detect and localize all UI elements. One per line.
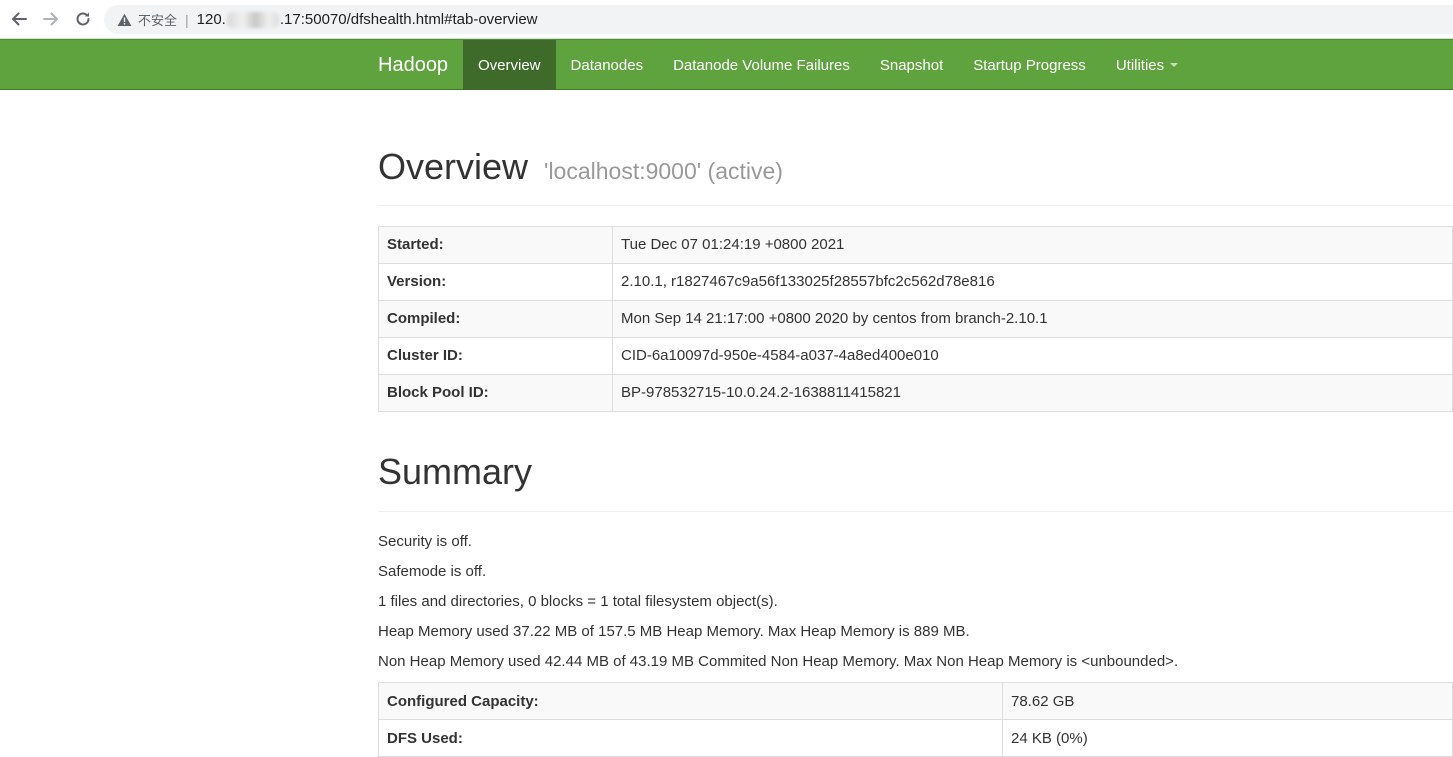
warning-icon (116, 12, 132, 28)
row-value: BP-978532715-10.0.24.2-1638811415821 (612, 373, 1453, 412)
summary-line: Security is off. (378, 533, 472, 551)
address-separator: | (185, 11, 189, 28)
overview-title: Overview 'localhost:9000' (active) (378, 147, 1453, 187)
overview-header: Overview 'localhost:9000' (active) (378, 147, 1453, 206)
table-row: Block Pool ID: BP-978532715-10.0.24.2-16… (378, 373, 1453, 412)
redacted-ip-segment (226, 11, 279, 28)
row-key: DFS Used: (378, 719, 1003, 757)
reload-button[interactable] (72, 8, 94, 30)
arrow-left-icon (12, 12, 27, 26)
capacity-table: Configured Capacity: 78.62 GB DFS Used: … (378, 682, 1453, 757)
nav-tabs: Overview Datanodes Datanode Volume Failu… (463, 40, 1193, 90)
row-key: Started: (378, 225, 613, 264)
summary-header: Summary (378, 450, 1453, 513)
forward-button[interactable] (40, 8, 62, 30)
overview-title-text: Overview (378, 146, 529, 187)
summary-lines: Security is off. Safemode is off. 1 file… (378, 532, 1453, 682)
back-button[interactable] (8, 8, 30, 30)
row-key: Compiled: (378, 299, 613, 338)
tab-overview[interactable]: Overview (463, 40, 556, 90)
arrow-right-icon (43, 12, 58, 26)
row-value: 24 KB (0%) (1002, 719, 1453, 757)
hadoop-navbar: Hadoop Overview Datanodes Datanode Volum… (0, 39, 1453, 90)
tab-startup-progress[interactable]: Startup Progress (958, 40, 1101, 90)
tab-datanode-volume-failures[interactable]: Datanode Volume Failures (658, 40, 865, 90)
row-value: 2.10.1, r1827467c9a56f133025f28557bfc2c5… (612, 262, 1453, 301)
summary-line: 1 files and directories, 0 blocks = 1 to… (378, 593, 778, 611)
table-row: Configured Capacity: 78.62 GB (378, 682, 1453, 721)
summary-line: Safemode is off. (378, 563, 487, 581)
url-host-start: 120. (196, 11, 226, 28)
caret-down-icon (1170, 63, 1179, 67)
overview-table: Started: Tue Dec 07 01:24:19 +0800 2021 … (378, 225, 1453, 412)
main-content: Overview 'localhost:9000' (active) Start… (378, 90, 1453, 757)
utilities-dropdown[interactable]: Utilities (1101, 40, 1193, 90)
row-key: Cluster ID: (378, 336, 613, 375)
row-key: Block Pool ID: (378, 373, 613, 412)
tab-snapshot[interactable]: Snapshot (865, 40, 958, 90)
brand-link[interactable]: Hadoop (378, 40, 448, 90)
row-value: Tue Dec 07 01:24:19 +0800 2021 (612, 225, 1453, 264)
url-rest: .17:50070/dfshealth.html#tab-overview (279, 11, 538, 28)
table-row: Started: Tue Dec 07 01:24:19 +0800 2021 (378, 225, 1453, 264)
tab-datanodes[interactable]: Datanodes (556, 40, 659, 90)
table-row: Compiled: Mon Sep 14 21:17:00 +0800 2020… (378, 299, 1453, 338)
row-value: CID-6a10097d-950e-4584-a037-4a8ed400e010 (612, 336, 1453, 375)
summary-line: Heap Memory used 37.22 MB of 157.5 MB He… (378, 623, 970, 641)
row-key: Configured Capacity: (378, 682, 1003, 721)
insecure-label: 不安全 (138, 14, 178, 29)
table-row: DFS Used: 24 KB (0%) (378, 719, 1453, 757)
summary-line: Non Heap Memory used 42.44 MB of 43.19 M… (378, 653, 1179, 671)
summary-title: Summary (378, 450, 533, 492)
table-row: Cluster ID: CID-6a10097d-950e-4584-a037-… (378, 336, 1453, 375)
overview-subtitle: 'localhost:9000' (active) (544, 158, 783, 184)
row-value: Mon Sep 14 21:17:00 +0800 2020 by centos… (612, 299, 1453, 338)
browser-toolbar: 不安全 | 120. .17:50070/dfshealth.html#tab-… (0, 0, 1453, 39)
address-bar[interactable]: 不安全 | 120. .17:50070/dfshealth.html#tab-… (104, 5, 1453, 34)
row-key: Version: (378, 262, 613, 301)
reload-icon (76, 12, 90, 26)
row-value: 78.62 GB (1002, 682, 1453, 721)
table-row: Version: 2.10.1, r1827467c9a56f133025f28… (378, 262, 1453, 301)
utilities-label: Utilities (1115, 56, 1165, 74)
